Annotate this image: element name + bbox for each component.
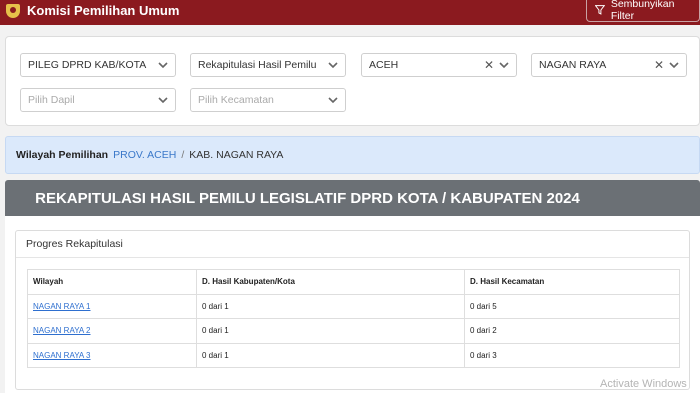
dapil-placeholder: Pilih Dapil xyxy=(28,94,75,106)
regency-value: NAGAN RAYA xyxy=(539,59,607,71)
election-type-value: PILEG DPRD KAB/KOTA xyxy=(28,59,147,71)
progress-card-title: Progres Rekapitulasi xyxy=(16,231,689,258)
toggle-filter-button[interactable]: Sembunyikan Filter xyxy=(586,0,700,22)
table-row: NAGAN RAYA 3 0 dari 1 0 dari 3 xyxy=(27,342,680,368)
kecamatan-cell: 0 dari 3 xyxy=(464,342,680,368)
toggle-filter-label: Sembunyikan Filter xyxy=(610,0,675,22)
clear-province-icon[interactable]: ✕ xyxy=(484,58,494,72)
kecamatan-cell: 0 dari 5 xyxy=(464,293,680,319)
windows-activation-watermark: Activate Windows xyxy=(600,378,687,390)
kpu-logo-icon xyxy=(6,3,20,18)
wilayah-link[interactable]: NAGAN RAYA 2 xyxy=(33,326,91,335)
column-header-kecamatan: D. Hasil Kecamatan xyxy=(464,269,680,295)
kabupaten-cell: 0 dari 1 xyxy=(196,318,465,344)
report-type-select[interactable]: Rekapitulasi Hasil Pemilu xyxy=(190,53,346,77)
chevron-down-icon xyxy=(158,97,168,104)
kabupaten-cell: 0 dari 1 xyxy=(196,342,465,368)
chevron-down-icon xyxy=(669,62,679,69)
app-title: Komisi Pemilihan Umum xyxy=(27,3,180,18)
table-row: NAGAN RAYA 1 0 dari 1 0 dari 5 xyxy=(27,293,680,319)
page-title: REKAPITULASI HASIL PEMILU LEGISLATIF DPR… xyxy=(35,189,580,207)
wilayah-cell: NAGAN RAYA 2 xyxy=(27,318,197,344)
wilayah-cell: NAGAN RAYA 3 xyxy=(27,342,197,368)
report-type-value: Rekapitulasi Hasil Pemilu xyxy=(198,59,317,71)
election-type-select[interactable]: PILEG DPRD KAB/KOTA xyxy=(20,53,176,77)
chevron-down-icon xyxy=(499,62,509,69)
page-title-banner: REKAPITULASI HASIL PEMILU LEGISLATIF DPR… xyxy=(5,180,700,216)
filter-icon xyxy=(595,4,605,15)
table-row: NAGAN RAYA 2 0 dari 1 0 dari 2 xyxy=(27,318,680,344)
brand[interactable]: Komisi Pemilihan Umum xyxy=(6,3,179,18)
table-header-row: Wilayah D. Hasil Kabupaten/Kota D. Hasil… xyxy=(27,269,680,295)
wilayah-link[interactable]: NAGAN RAYA 3 xyxy=(33,351,91,360)
breadcrumb-regency: KAB. NAGAN RAYA xyxy=(189,149,284,161)
province-value: ACEH xyxy=(369,59,399,71)
kecamatan-cell: 0 dari 2 xyxy=(464,318,680,344)
kabupaten-cell: 0 dari 1 xyxy=(196,293,465,319)
clear-regency-icon[interactable]: ✕ xyxy=(654,58,664,72)
province-select[interactable]: ACEH ✕ xyxy=(361,53,517,77)
dapil-select[interactable]: Pilih Dapil xyxy=(20,88,176,112)
wilayah-link[interactable]: NAGAN RAYA 1 xyxy=(33,302,91,311)
filter-panel: PILEG DPRD KAB/KOTA Rekapitulasi Hasil P… xyxy=(5,36,700,126)
chevron-down-icon xyxy=(328,62,338,69)
chevron-down-icon xyxy=(158,62,168,69)
chevron-down-icon xyxy=(328,97,338,104)
regency-select[interactable]: NAGAN RAYA ✕ xyxy=(531,53,687,77)
breadcrumb-province-link[interactable]: PROV. ACEH xyxy=(113,149,176,161)
column-header-kabupaten: D. Hasil Kabupaten/Kota xyxy=(196,269,465,295)
breadcrumb: Wilayah Pemilihan PROV. ACEH / KAB. NAGA… xyxy=(5,136,700,174)
progress-table: Wilayah D. Hasil Kabupaten/Kota D. Hasil… xyxy=(27,269,680,368)
kecamatan-select[interactable]: Pilih Kecamatan xyxy=(190,88,346,112)
wilayah-cell: NAGAN RAYA 1 xyxy=(27,293,197,319)
top-header: Komisi Pemilihan Umum Sembunyikan Filter xyxy=(0,0,700,25)
kecamatan-placeholder: Pilih Kecamatan xyxy=(198,94,274,106)
breadcrumb-separator: / xyxy=(181,149,185,161)
breadcrumb-label: Wilayah Pemilihan xyxy=(16,149,109,161)
column-header-wilayah: Wilayah xyxy=(27,269,197,295)
